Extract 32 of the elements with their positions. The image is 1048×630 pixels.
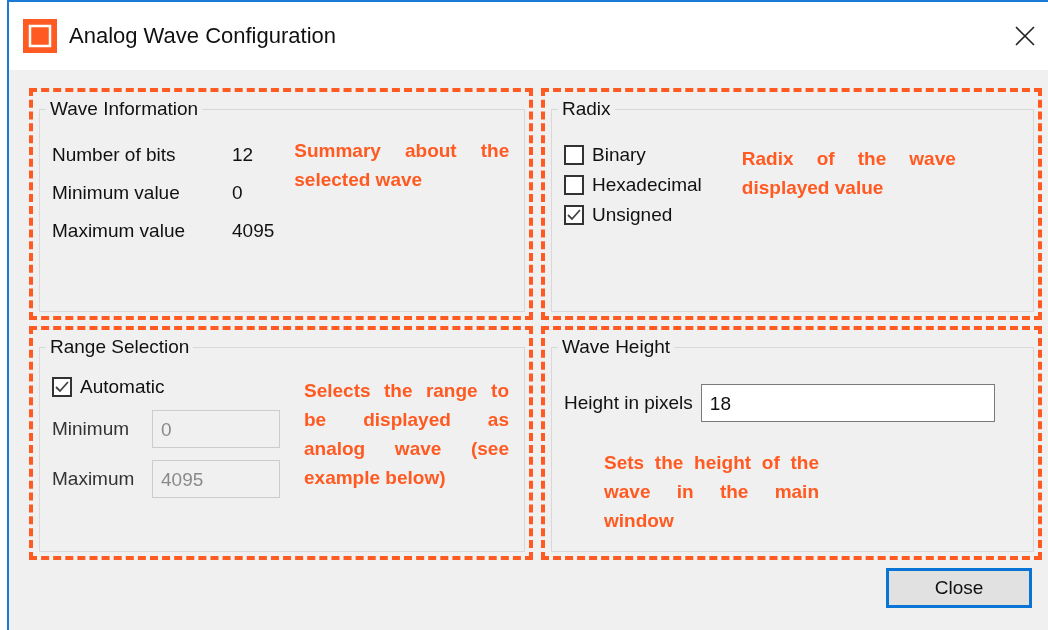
checkbox-label[interactable]: Binary: [592, 144, 646, 166]
checkbox-label[interactable]: Unsigned: [592, 204, 673, 226]
info-value: 0: [232, 181, 243, 205]
checkbox[interactable]: [564, 205, 584, 225]
close-button[interactable]: Close: [886, 568, 1032, 608]
info-label: Number of bits: [52, 143, 177, 167]
annotation-text: Summary about the selected wave: [294, 139, 510, 192]
checkbox-label[interactable]: Hexadecimal: [592, 174, 702, 196]
annotation-text: Sets the height of the wave in the main window: [604, 451, 819, 533]
field-label: Height in pixels: [564, 392, 693, 414]
check-icon: [566, 207, 582, 223]
info-value: 4095: [232, 219, 275, 243]
checkbox-label[interactable]: Automatic: [80, 376, 165, 398]
group-title: Wave Height: [561, 336, 672, 358]
group-title: Range Selection: [49, 336, 191, 358]
annotation-text: Selects the range to be displayed as analog wave (see example below): [304, 379, 509, 490]
input-field[interactable]: 18: [700, 384, 995, 422]
app-icon: [23, 19, 57, 53]
group-title: Wave Information: [49, 98, 200, 120]
checkbox[interactable]: [52, 377, 72, 397]
check-icon: [54, 379, 70, 395]
checkbox[interactable]: [564, 175, 584, 195]
close-icon[interactable]: [1014, 25, 1036, 47]
checkbox[interactable]: [564, 145, 584, 165]
annotation-text: Radix of the wave displayed value: [741, 147, 956, 200]
group-title: Radix: [561, 98, 612, 120]
info-value: 12: [232, 143, 254, 167]
info-label: Maximum value: [52, 219, 187, 243]
info-label: Minimum value: [52, 181, 181, 205]
window-title: Analog Wave Configuration: [69, 23, 337, 49]
field-label: Minimum: [52, 418, 131, 440]
field-label: Maximum: [52, 468, 136, 490]
